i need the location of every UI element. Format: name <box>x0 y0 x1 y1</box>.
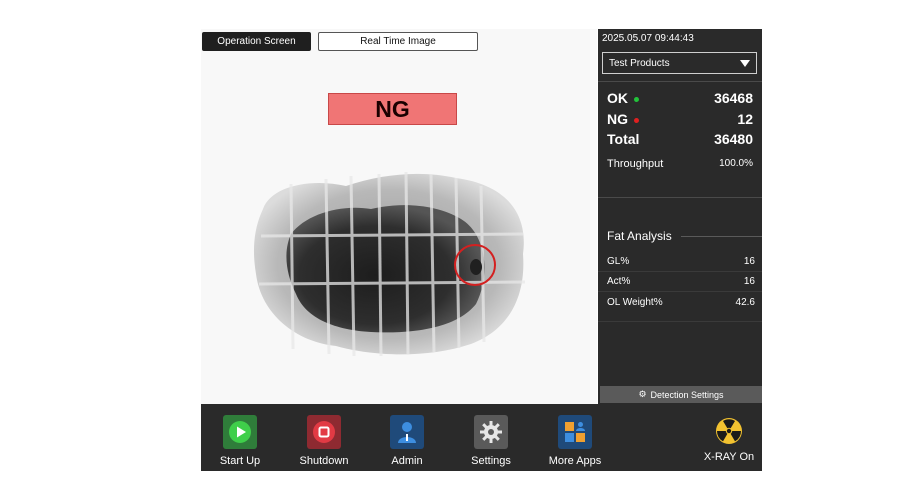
admin-tile <box>390 415 424 449</box>
ng-value: 12 <box>737 111 753 127</box>
fat-label: GL% <box>607 256 630 267</box>
gear-icon: ⚙ <box>638 389 647 399</box>
admin-label: Admin <box>391 455 423 467</box>
ng-dot-icon <box>634 118 639 123</box>
ok-dot-icon <box>634 97 639 102</box>
start-up-tile <box>223 415 257 449</box>
bottom-toolbar: Start Up Shutdown Admin Settings More Ap… <box>201 404 762 471</box>
start-up-label: Start Up <box>219 455 261 467</box>
total-label: Total <box>607 131 640 147</box>
divider <box>598 291 762 292</box>
more-apps-button[interactable]: More Apps <box>535 415 615 471</box>
tab-real-time-image[interactable]: Real Time Image <box>318 32 478 51</box>
fat-row-gl: GL% 16 <box>607 256 755 267</box>
divider <box>598 197 762 198</box>
stop-icon <box>313 421 335 443</box>
xray-image <box>253 171 526 357</box>
fat-row-act: Act% 16 <box>607 276 755 287</box>
fat-title-line <box>681 236 762 237</box>
fat-value: 16 <box>743 276 755 287</box>
xray-status-button[interactable]: X-RAY On <box>696 417 762 463</box>
ok-value: 36468 <box>714 90 753 106</box>
product-select[interactable]: Test Products <box>602 52 757 74</box>
fat-value: 16 <box>743 256 755 267</box>
apps-grid-icon <box>565 422 585 442</box>
fat-analysis-title: Fat Analysis <box>607 229 672 243</box>
divider <box>598 271 762 272</box>
status-panel: 2025.05.07 09:44:43 Test Products OK 364… <box>598 29 762 404</box>
total-count-row: Total 36480 <box>607 131 753 147</box>
more-apps-label: More Apps <box>548 455 602 467</box>
radiation-icon <box>716 418 742 444</box>
shutdown-button[interactable]: Shutdown <box>284 415 364 471</box>
ok-count-row: OK 36468 <box>607 90 753 106</box>
gear-icon <box>480 421 502 443</box>
divider <box>598 321 762 322</box>
product-select-value: Test Products <box>609 57 670 69</box>
result-banner: NG <box>328 93 457 125</box>
settings-tile <box>474 415 508 449</box>
throughput-row: Throughput 100.0% <box>607 158 753 170</box>
foreign-object <box>470 259 482 275</box>
detection-settings-button[interactable]: ⚙ Detection Settings <box>600 386 762 403</box>
divider <box>598 81 762 82</box>
detection-settings-label: Detection Settings <box>650 389 724 400</box>
more-apps-tile <box>558 415 592 449</box>
image-area: Operation Screen Real Time Image NG <box>201 29 597 404</box>
fat-label: OL Weight% <box>607 297 663 308</box>
shutdown-label: Shutdown <box>299 455 349 467</box>
throughput-label: Throughput <box>607 158 664 170</box>
ng-count-row: NG 12 <box>607 111 753 127</box>
total-value: 36480 <box>714 131 753 147</box>
settings-label: Settings <box>471 455 511 467</box>
throughput-value: 100.0% <box>719 158 753 169</box>
timestamp: 2025.05.07 09:44:43 <box>602 33 694 44</box>
inspection-app: Operation Screen Real Time Image NG 2025… <box>201 29 762 471</box>
start-up-button[interactable]: Start Up <box>200 415 280 471</box>
fat-label: Act% <box>607 276 631 287</box>
ok-label: OK <box>607 90 628 106</box>
xray-status-label: X-RAY On <box>703 451 755 463</box>
admin-button[interactable]: Admin <box>367 415 447 471</box>
caret-down-icon <box>740 60 750 67</box>
settings-button[interactable]: Settings <box>451 415 531 471</box>
ng-label: NG <box>607 111 628 127</box>
tab-operation-screen[interactable]: Operation Screen <box>202 32 311 51</box>
fat-row-ol-weight: OL Weight% 42.6 <box>607 297 755 308</box>
fat-value: 42.6 <box>735 297 755 308</box>
shutdown-tile <box>307 415 341 449</box>
play-icon <box>229 421 251 443</box>
user-icon <box>398 422 416 443</box>
